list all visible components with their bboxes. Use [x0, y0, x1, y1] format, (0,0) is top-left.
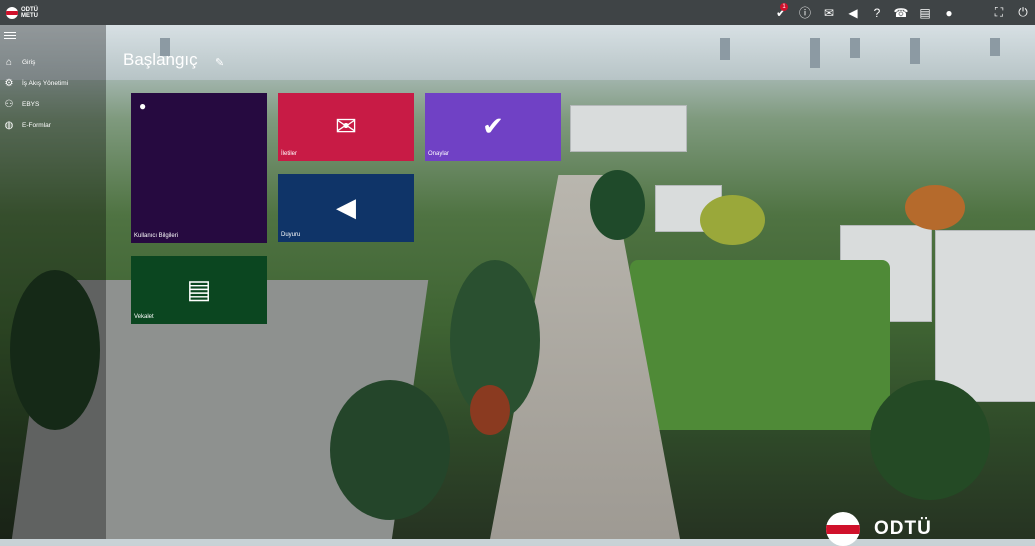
logo-text: ODTÜ METU: [21, 6, 38, 19]
megaphone-icon[interactable]: ◀: [841, 0, 865, 25]
sidebar-nav: ⌂ Giriş ⚙ İş Akış Yönetimi ⚇ EBYS ◍ E-Fo…: [2, 52, 69, 136]
person-edit-icon[interactable]: ✎: [215, 56, 224, 69]
top-bar: ODTÜ METU ✔ 1 ⓘ ✉ ◀ ? ☎ ▤ ● ⛶ ⏻: [0, 0, 1035, 25]
message-icon[interactable]: ✉: [817, 0, 841, 25]
sidebar-item-label: Giriş: [22, 59, 36, 66]
globe-icon: ◍: [4, 120, 14, 131]
sidebar-item-workflow[interactable]: ⚙ İş Akış Yönetimi: [2, 73, 69, 94]
check-circle-icon: ✔: [482, 111, 504, 141]
sidebar-item-giris[interactable]: ⌂ Giriş: [2, 52, 68, 73]
home-icon: ⌂: [5, 57, 13, 68]
sidebar-item-label: E-Formlar: [22, 122, 51, 129]
approval-badge: 1: [780, 3, 788, 11]
people-icon: ⚇: [4, 99, 14, 110]
document-icon[interactable]: ▤: [913, 0, 937, 25]
user-icon[interactable]: ●: [937, 0, 961, 25]
message-icon: ✉: [335, 111, 357, 141]
tile-label: İletiler: [281, 151, 298, 157]
tile-approvals[interactable]: ✔ Onaylar: [425, 93, 561, 161]
odtu-emblem-icon: [826, 512, 860, 546]
tile-user-info[interactable]: ● Kullanıcı Bilgileri: [131, 93, 267, 243]
topbar-icons: ✔ 1 ⓘ ✉ ◀ ? ☎ ▤ ● ⛶ ⏻: [769, 0, 1035, 25]
power-icon[interactable]: ⏻: [1011, 0, 1035, 25]
phone-icon[interactable]: ☎: [889, 0, 913, 25]
tile-messages[interactable]: ✉ İletiler: [278, 93, 414, 161]
megaphone-icon: ◀: [336, 192, 356, 222]
odtu-watermark: ODTÜ: [826, 512, 932, 546]
workflow-icon: ⚙: [4, 78, 14, 89]
tile-announcements[interactable]: ◀ Duyuru: [278, 174, 414, 242]
tile-proxy[interactable]: ▤ Vekalet: [131, 256, 267, 324]
info-icon[interactable]: ⓘ: [793, 0, 817, 25]
user-icon: ●: [139, 99, 147, 113]
tile-label: Kullanıcı Bilgileri: [134, 233, 179, 239]
sidebar-item-eformlar[interactable]: ◍ E-Formlar: [2, 115, 68, 136]
odtu-logo[interactable]: ODTÜ METU: [6, 6, 38, 19]
tile-label: Vekalet: [134, 314, 154, 320]
sidebar-item-label: EBYS: [22, 101, 40, 108]
page-title: Başlangıç: [123, 50, 198, 69]
logo-emblem-icon: [6, 6, 18, 19]
help-icon[interactable]: ?: [865, 0, 889, 25]
sidebar-item-ebys[interactable]: ⚇ EBYS: [2, 94, 68, 115]
brand-word: ODTÜ: [874, 518, 932, 539]
menu-toggle-icon[interactable]: [4, 30, 16, 41]
certificate-icon: ▤: [186, 274, 212, 304]
fullscreen-icon[interactable]: ⛶: [987, 0, 1011, 25]
tile-label: Duyuru: [281, 232, 301, 238]
approval-icon[interactable]: ✔ 1: [769, 0, 793, 25]
tile-label: Onaylar: [428, 151, 450, 157]
sidebar-item-label: İş Akış Yönetimi: [22, 80, 69, 87]
